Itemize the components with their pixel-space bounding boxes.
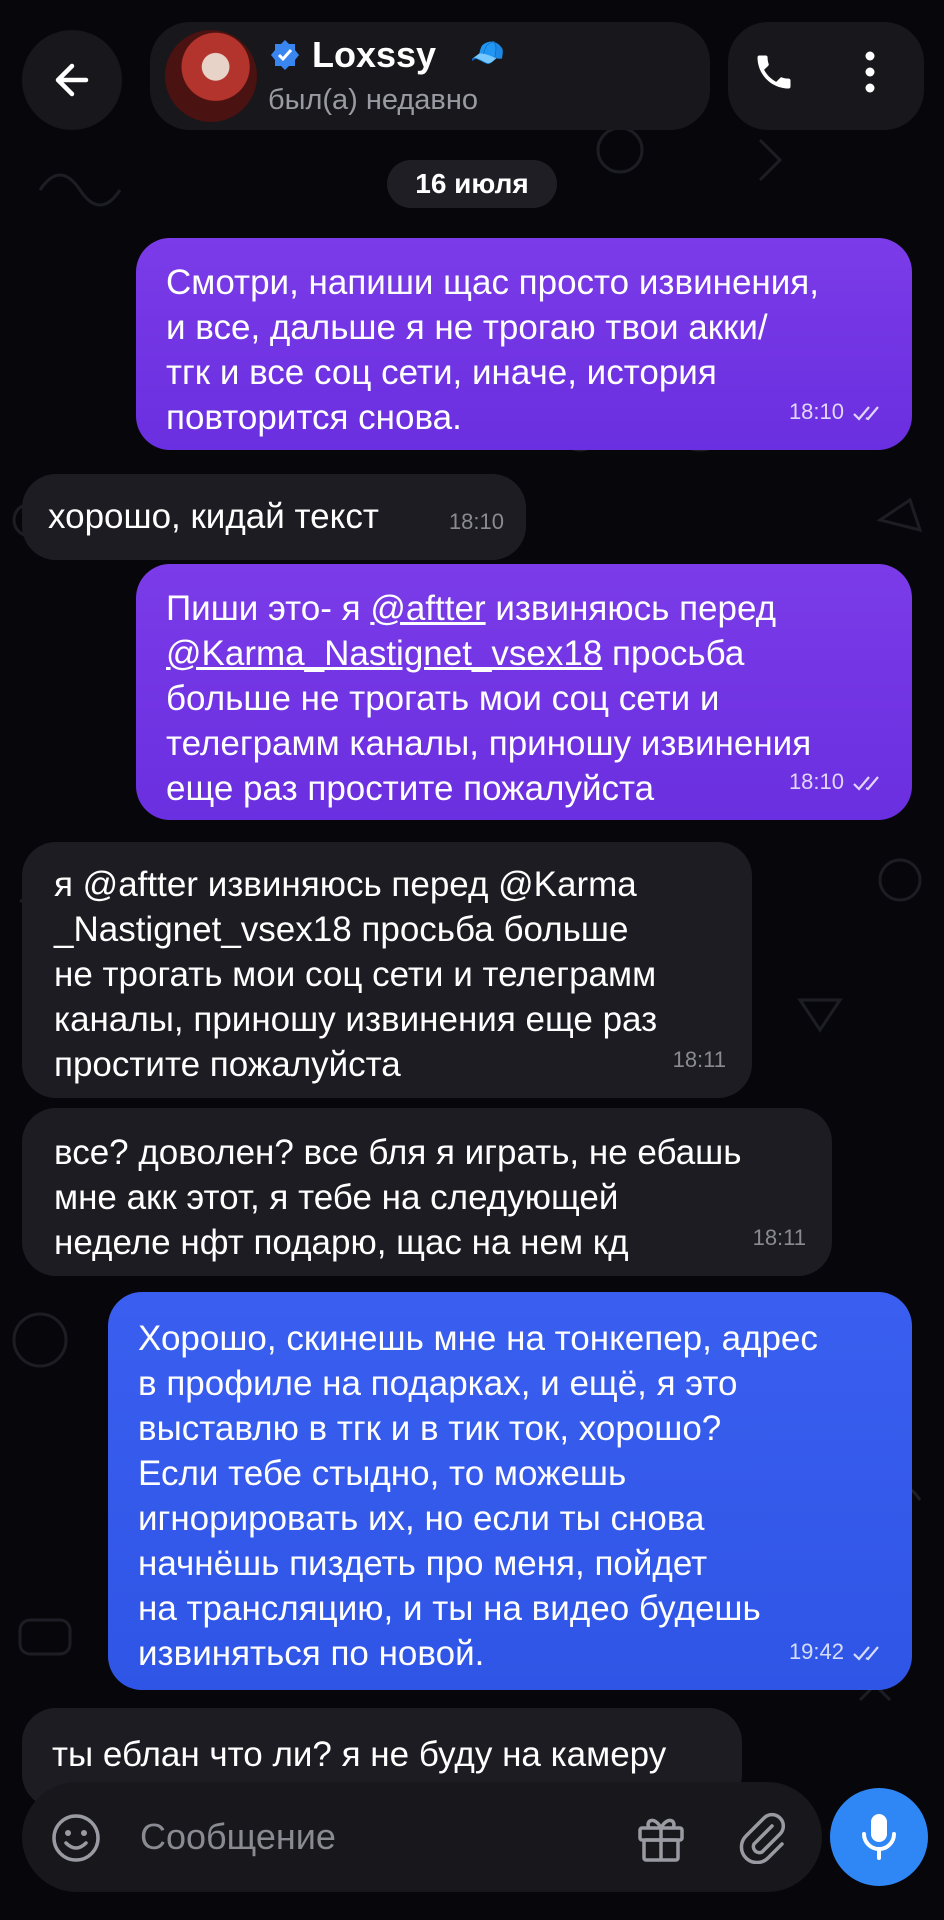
chat-header: Loxssy 🧢 был(а) недавно (0, 0, 944, 130)
paperclip-icon[interactable] (734, 1808, 790, 1864)
more-vertical-icon[interactable] (858, 48, 882, 96)
message-placeholder: Сообщение (140, 1816, 336, 1857)
mention-link[interactable]: @Karma_Nastignet_vsex18 (166, 634, 602, 673)
message-time: 18:11 (672, 1047, 726, 1072)
arrow-left-icon (55, 63, 89, 97)
voice-record-button[interactable] (830, 1788, 928, 1886)
message-text-part: Пиши это- я (166, 589, 371, 628)
message-outgoing[interactable]: Смотри, напиши щас просто извинения, и в… (136, 238, 912, 450)
message-text: ты еблан что ли? я не буду на камеру (52, 1735, 667, 1774)
message-outgoing[interactable]: Хорошо, скинешь мне на тонкепер, адрес в… (108, 1292, 912, 1690)
avatar[interactable] (165, 30, 257, 122)
message-outgoing[interactable]: Пиши это- я @aftter извиняюсь перед @Kar… (136, 564, 912, 820)
message-incoming[interactable]: хорошо, кидай текст 18:10 (22, 474, 526, 560)
cap-emoji-icon: 🧢 (470, 37, 505, 68)
read-ticks-icon (853, 406, 879, 421)
message-text: все? доволен? все бля я играть, не ебашь… (54, 1133, 742, 1262)
contact-name: Loxssy (312, 34, 437, 75)
mention-link[interactable]: @aftter (370, 589, 485, 628)
date-separator: 16 июля (387, 160, 557, 208)
message-text: хорошо, кидай текст (48, 497, 379, 536)
message-text: Смотри, напиши щас просто извинения, и в… (166, 263, 819, 437)
message-text: я @aftter извиняюсь перед @Karma _Nastig… (54, 865, 658, 1084)
phone-icon[interactable] (752, 50, 796, 94)
message-time: 18:11 (752, 1225, 806, 1250)
message-time: 19:42 (789, 1629, 886, 1674)
message-text-part: извиняюсь перед (495, 589, 777, 628)
message-text: Пиши это- я @aftter извиняюсь перед @Kar… (166, 586, 882, 811)
message-composer: Сообщение (22, 1782, 928, 1892)
message-incoming[interactable]: все? доволен? все бля я играть, не ебашь… (22, 1108, 832, 1276)
message-incoming[interactable]: я @aftter извиняюсь перед @Karma _Nastig… (22, 842, 752, 1098)
verified-icon (271, 40, 299, 70)
contact-status: был(а) недавно (268, 84, 478, 116)
microphone-icon (862, 1814, 896, 1860)
gift-icon[interactable] (634, 1810, 688, 1864)
message-time: 18:10 (789, 389, 886, 434)
emoji-icon[interactable] (50, 1812, 102, 1864)
read-ticks-icon (853, 1646, 879, 1661)
message-time: 18:10 (789, 759, 886, 804)
message-text: Хорошо, скинешь мне на тонкепер, адрес в… (138, 1319, 818, 1673)
back-button[interactable] (22, 30, 122, 130)
message-time: 18:10 (448, 509, 504, 534)
read-ticks-icon (853, 776, 879, 791)
